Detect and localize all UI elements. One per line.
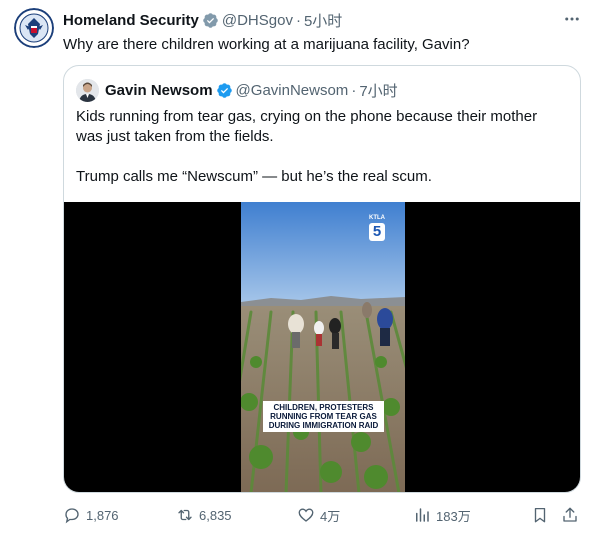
reply-count: 1,876 [86,507,119,523]
quoted-time[interactable]: 7小时 [359,80,397,101]
tweet-header: Homeland Security @DHSgov · 5小时 [63,10,342,30]
tweet-text: Why are there children working at a mari… [63,36,470,53]
like-count: 4万 [320,508,341,524]
quoted-text: Kids running from tear gas, crying on th… [76,107,572,187]
reply-icon [65,508,79,524]
field-scene-image [241,202,405,492]
quoted-header: Gavin Newsom @GavinNewsom · 7小时 [105,80,398,100]
views-count: 183万 [436,508,471,524]
tweet-time[interactable]: 5小时 [304,10,342,31]
verified-badge-icon [216,82,232,98]
repost-count: 6,835 [199,507,232,523]
analytics-icon [416,508,429,522]
action-bar: 1,876 6,835 4万 183万 [63,502,585,528]
station-name: KTLA [369,215,385,221]
video-player[interactable]: KTLA 5 CHILDREN, PROTESTERS RUNNING FROM… [64,202,580,492]
dhs-seal-icon [14,8,54,48]
newsom-avatar[interactable] [76,79,99,102]
heart-icon [298,508,314,522]
repost-icon [178,509,192,521]
meta-separator: · [295,11,301,29]
caption-line: CHILDREN, PROTESTERS [273,403,374,412]
video-caption: CHILDREN, PROTESTERS RUNNING FROM TEAR G… [263,401,384,432]
verified-badge-icon [203,12,218,28]
reply-button[interactable]: 1,876 [63,502,119,528]
quoted-text-line: Kids running from tear gas, crying on th… [76,108,538,125]
caption-line: DURING IMMIGRATION RAID [268,421,379,430]
dhs-avatar[interactable] [14,8,54,48]
quoted-author-handle[interactable]: @GavinNewsom [236,82,349,99]
more-options-button[interactable] [561,8,583,30]
more-dots-icon [565,17,579,21]
bookmark-icon [534,507,546,523]
bookmark-button[interactable] [531,502,554,528]
views-button[interactable]: 183万 [413,502,471,528]
quoted-text-line: was just taken from the fields. [76,128,274,145]
author-handle[interactable]: @DHSgov [222,12,293,29]
newsom-portrait-icon [76,79,99,102]
quoted-tweet[interactable]: Gavin Newsom @GavinNewsom · 7小时 Kids run… [63,65,581,493]
station-number: 5 [369,223,385,241]
share-button[interactable] [561,502,584,528]
author-name[interactable]: Homeland Security [63,12,199,29]
ktla-logo: KTLA 5 [366,215,388,245]
meta-separator: · [351,81,357,99]
like-button[interactable]: 4万 [297,502,340,528]
quoted-text-line: Trump calls me “Newscum” — but he’s the … [76,168,432,185]
video-frame: KTLA 5 CHILDREN, PROTESTERS RUNNING FROM… [241,202,405,492]
repost-button[interactable]: 6,835 [176,502,232,528]
quoted-author-name[interactable]: Gavin Newsom [105,82,213,99]
caption-line: RUNNING FROM TEAR GAS [270,412,377,421]
share-icon [563,507,577,522]
